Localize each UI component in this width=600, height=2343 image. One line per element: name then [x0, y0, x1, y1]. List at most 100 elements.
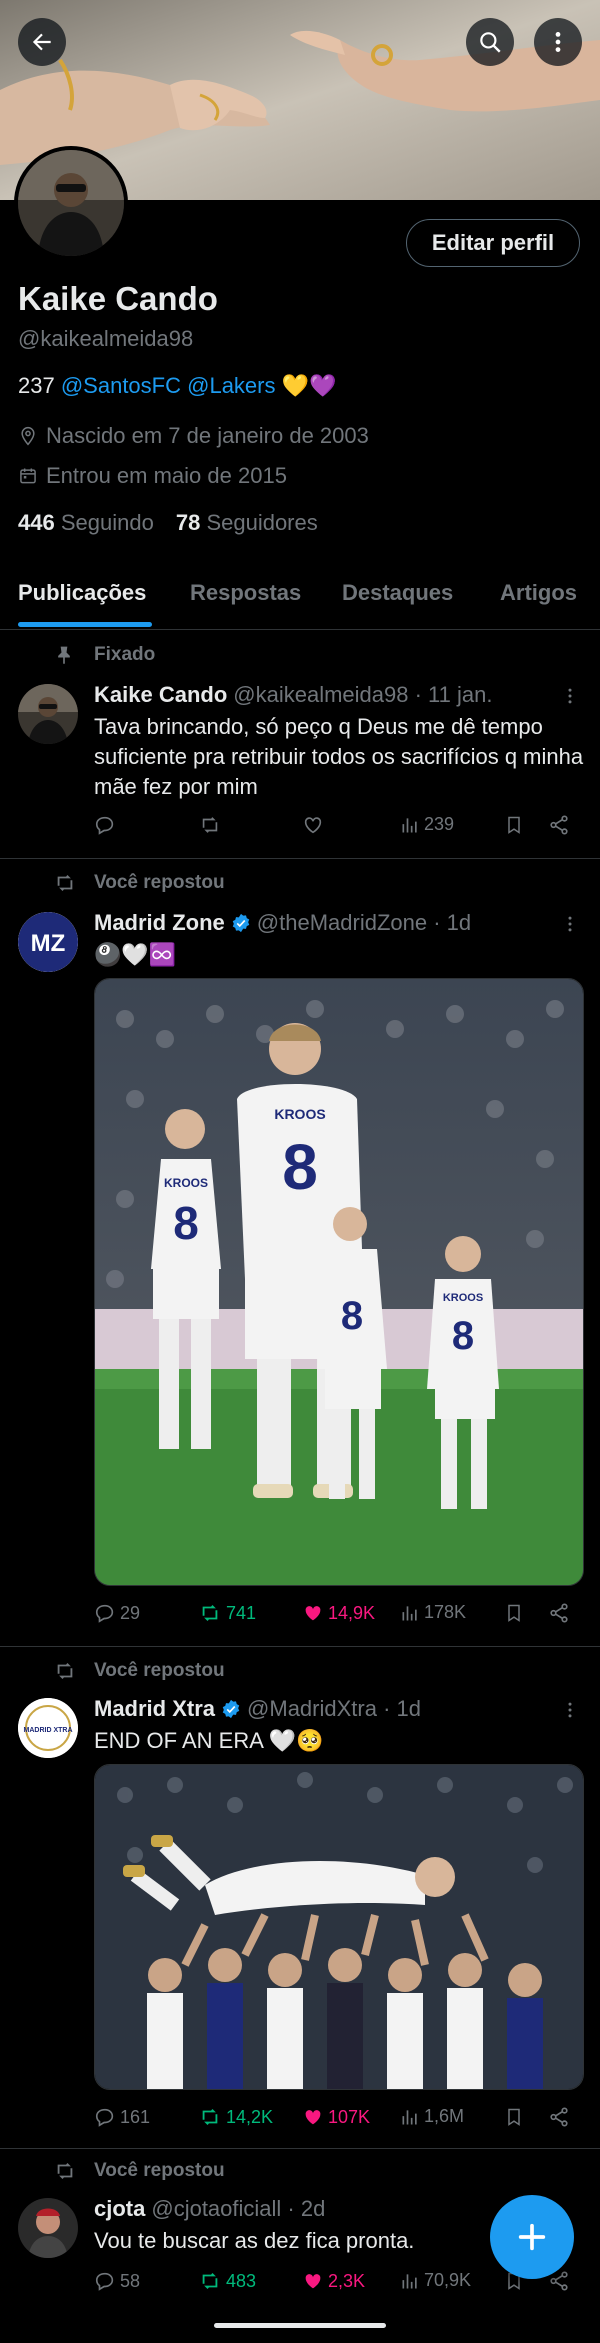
bookmark-icon — [508, 1604, 520, 1622]
repost-button[interactable]: 483 — [198, 2270, 256, 2292]
like-button[interactable] — [302, 814, 324, 836]
pinned-author-meta: @kaikealmeida98 · 11 jan. — [233, 682, 493, 707]
following-count: 446 — [18, 510, 55, 535]
reply-button[interactable]: 29 — [94, 1602, 140, 1624]
madrid-zone-logo-text: MZ — [31, 930, 66, 957]
reply-button[interactable]: 161 — [94, 2106, 150, 2128]
post-author-name[interactable]: Madrid Xtra — [94, 1696, 215, 1722]
vertical-dots-icon — [568, 916, 572, 932]
tab-destaques[interactable]: Destaques — [342, 580, 453, 606]
separator — [0, 858, 600, 859]
post-actions: 29 741 14,9K 178K — [94, 1602, 584, 1630]
profile-handle: @kaikealmeida98 — [18, 326, 194, 351]
analytics-icon — [402, 2273, 417, 2288]
following-link[interactable]: 446 Seguindo — [18, 510, 154, 536]
pinned-text: Tava brincando, só peço q Deus me dê tem… — [94, 714, 584, 799]
repost-count: 741 — [226, 1602, 257, 1623]
like-button[interactable]: 2,3K — [302, 2270, 365, 2292]
bookmark-icon — [508, 2108, 520, 2126]
post-media-image[interactable]: KROOS 8 KROOS 8 8 KROOS 8 — [94, 978, 584, 1586]
tab-artigos[interactable]: Artigos — [500, 580, 577, 606]
location-pin-icon — [21, 426, 35, 446]
svg-text:KROOS: KROOS — [164, 1176, 208, 1190]
profile-name: Kaike Cando — [18, 280, 218, 317]
pinned-author-avatar[interactable] — [18, 684, 78, 744]
like-button[interactable]: 107K — [302, 2106, 370, 2128]
repost-label: Você repostou — [94, 1660, 225, 1681]
share-icon — [550, 815, 568, 835]
post-author-name[interactable]: cjota — [94, 2196, 145, 2222]
home-indicator — [214, 2323, 386, 2328]
jersey-name-text: KROOS — [274, 1106, 325, 1122]
profile-avatar[interactable] — [14, 146, 128, 260]
followers-link[interactable]: 78 Seguidores — [176, 510, 318, 536]
repost-icon — [202, 2273, 218, 2289]
bookmark-button[interactable] — [504, 814, 524, 836]
pinned-actions: 239 — [94, 814, 584, 842]
post-text: END OF AN ERA 🤍🥺 — [94, 1728, 324, 1753]
views-button[interactable]: 239 — [400, 814, 454, 835]
compose-post-button[interactable] — [490, 2195, 574, 2279]
madrid-zone-avatar[interactable]: MZ — [18, 912, 78, 972]
vertical-dots-icon — [568, 688, 572, 704]
share-button[interactable] — [548, 2106, 570, 2128]
views-button[interactable]: 178K — [400, 1602, 466, 1623]
repost-indicator: Você repostou — [57, 872, 225, 894]
share-icon — [550, 1603, 568, 1623]
pinned-more-button[interactable] — [560, 686, 580, 711]
plus-icon — [518, 2223, 546, 2251]
tab-respostas[interactable]: Respostas — [190, 580, 301, 606]
bookmark-button[interactable] — [504, 1602, 524, 1624]
bookmark-button[interactable] — [504, 2106, 524, 2128]
pinned-label: Fixado — [94, 644, 156, 665]
cjota-avatar[interactable] — [18, 2198, 78, 2258]
repost-count: 14,2K — [226, 2106, 274, 2127]
repost-button[interactable]: 741 — [198, 1602, 256, 1624]
pinned-author-name[interactable]: Kaike Cando — [94, 682, 227, 708]
arrow-left-icon — [32, 33, 51, 51]
follow-stats: 446 Seguindo 78 Seguidores — [18, 510, 318, 536]
post-media-image[interactable] — [94, 1764, 584, 2090]
repost-button[interactable]: 14,2K — [198, 2106, 273, 2128]
post-author-name[interactable]: Madrid Zone — [94, 910, 225, 936]
svg-text:8: 8 — [341, 1294, 363, 1338]
reply-icon — [95, 2108, 114, 2127]
back-button[interactable] — [18, 18, 66, 66]
like-count: 14,9K — [328, 1602, 376, 1623]
bio-link-santos[interactable]: @SantosFC — [61, 373, 181, 398]
repost-button[interactable] — [198, 814, 222, 836]
kroos-family-photo: KROOS 8 KROOS 8 8 KROOS 8 — [95, 979, 583, 1585]
reply-icon — [95, 816, 114, 835]
reply-button[interactable]: 58 — [94, 2270, 140, 2292]
share-button[interactable] — [548, 814, 570, 836]
post-more-button[interactable] — [560, 914, 580, 939]
heart-icon — [304, 817, 322, 834]
repost-count: 483 — [226, 2270, 257, 2291]
search-button[interactable] — [466, 18, 514, 66]
views-count: 178K — [424, 1602, 467, 1622]
post-more-button[interactable] — [560, 1700, 580, 1725]
views-button[interactable]: 70,9K — [400, 2270, 471, 2291]
reply-button[interactable] — [94, 814, 116, 836]
repost-icon — [57, 875, 73, 891]
tab-publicacoes[interactable]: Publicações — [18, 580, 146, 606]
like-button[interactable]: 14,9K — [302, 1602, 375, 1624]
verified-badge-icon — [232, 913, 250, 933]
bio-emoji: 💛💜 — [281, 373, 337, 398]
views-count: 70,9K — [424, 2270, 472, 2290]
post-text: 🎱🤍♾️ — [94, 942, 177, 967]
share-button[interactable] — [548, 1602, 570, 1624]
repost-indicator: Você repostou — [57, 2160, 225, 2182]
more-options-button[interactable] — [534, 18, 582, 66]
madrid-xtra-avatar[interactable]: MADRID XTRA — [18, 1698, 78, 1758]
views-count: 239 — [424, 814, 455, 834]
bookmark-icon — [508, 816, 520, 834]
bio-link-lakers[interactable]: @Lakers — [187, 373, 275, 398]
vertical-dots-icon — [555, 32, 561, 52]
edit-profile-button[interactable]: Editar perfil — [406, 219, 580, 267]
views-button[interactable]: 1,6M — [400, 2106, 464, 2127]
post-actions: 161 14,2K 107K 1,6M — [94, 2106, 584, 2134]
analytics-icon — [402, 2109, 417, 2124]
search-icon — [480, 32, 501, 53]
svg-text:8: 8 — [173, 1197, 199, 1249]
